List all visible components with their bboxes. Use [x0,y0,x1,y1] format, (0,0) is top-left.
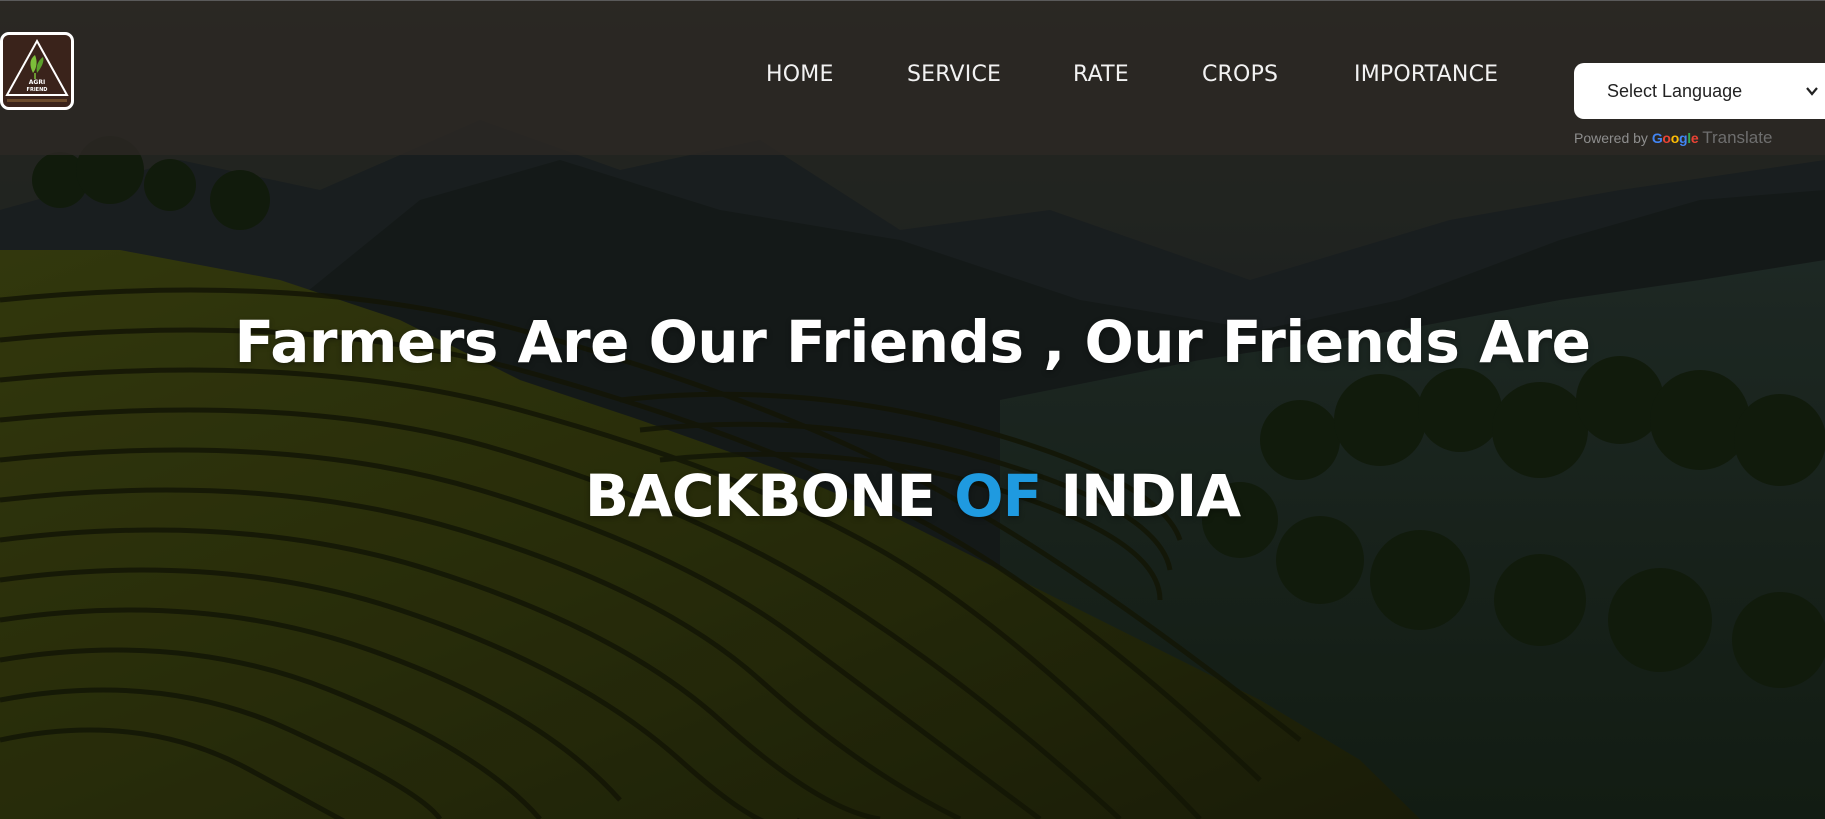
language-select-label: Select Language [1607,80,1743,101]
hero-headline-line2: BACKBONE OF INDIA [0,462,1825,530]
main-nav: HOME SERVICE RATE CROPS IMPORTANCE [0,58,1825,92]
nav-home[interactable]: HOME [766,58,834,92]
hero-backbone-text: BACKBONE [584,462,936,530]
google-translate-attribution[interactable]: Powered by Google Translate [1574,128,1772,148]
google-logo: Google [1651,130,1699,146]
page: AGRI FRIEND HOME SERVICE RATE CROPS IMPO… [0,0,1825,819]
nav-service[interactable]: SERVICE [907,58,1001,92]
hero-headline-line1: Farmers Are Our Friends , Our Friends Ar… [234,308,1591,376]
nav-importance[interactable]: IMPORTANCE [1354,58,1498,92]
hero-of-text: OF [954,462,1042,530]
translate-text: Translate [1702,128,1773,147]
chevron-down-icon [1806,87,1818,96]
nav-crops[interactable]: CROPS [1202,58,1278,92]
hero-india-text: INDIA [1060,462,1241,530]
language-select[interactable]: Select Language [1574,63,1825,119]
powered-by-text: Powered by [1574,130,1648,146]
nav-rate[interactable]: RATE [1073,58,1129,92]
